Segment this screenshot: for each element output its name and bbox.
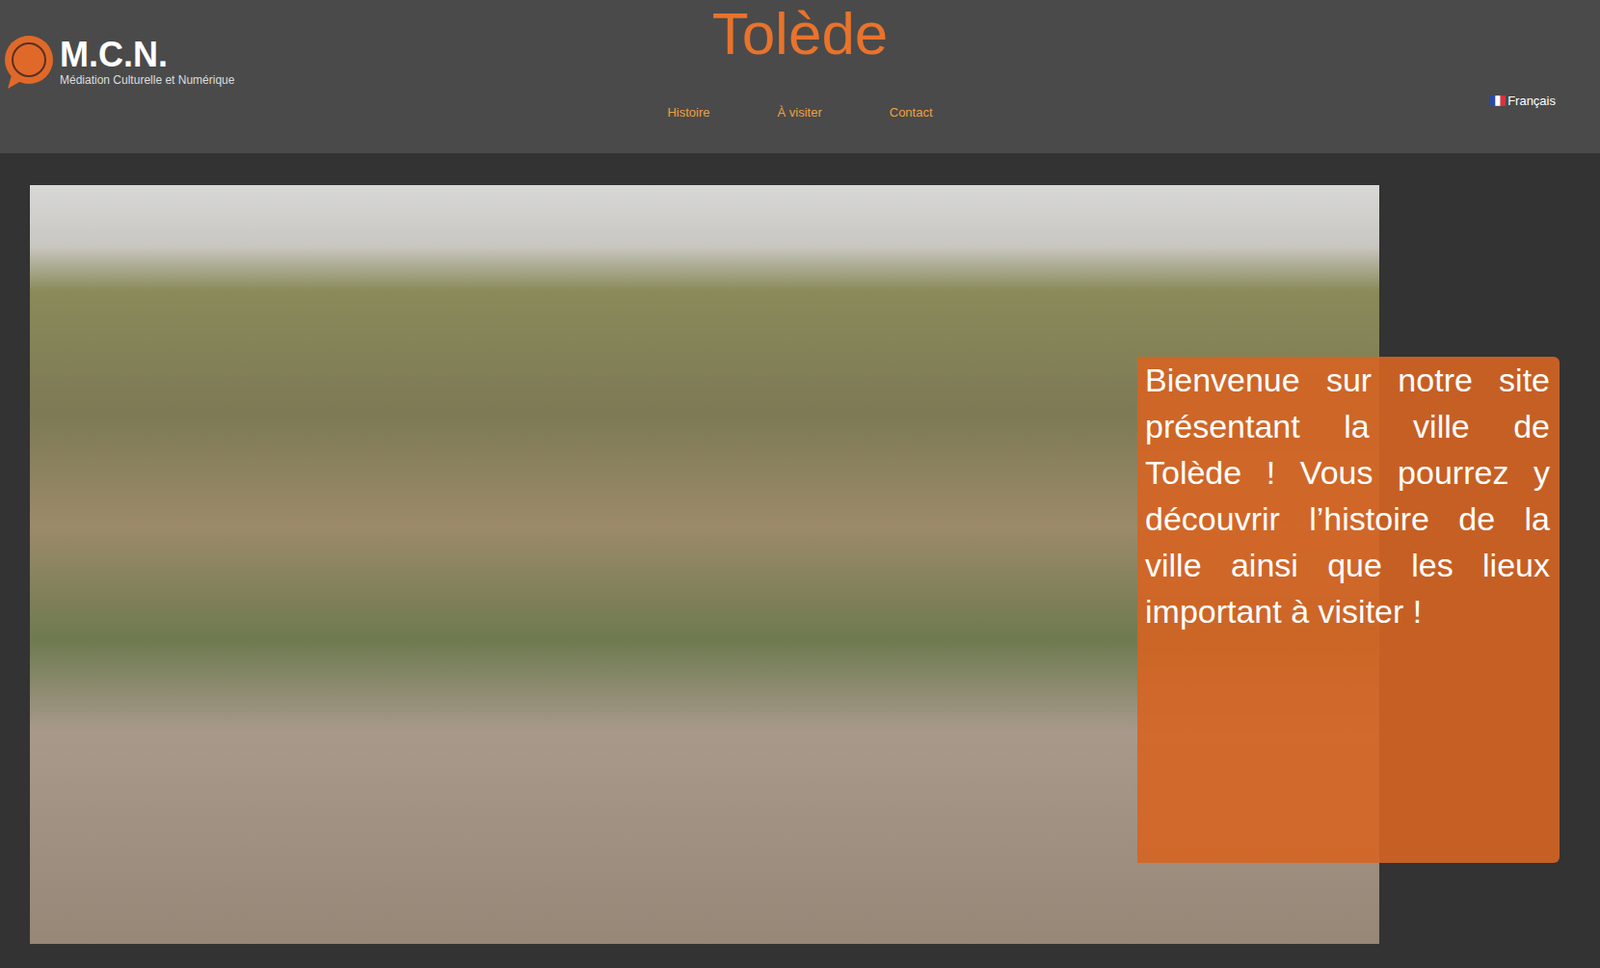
logo-text: M.C.N.Médiation Culturelle et Numérique xyxy=(59,36,235,87)
main: Bienvenue sur notre site présentant la v… xyxy=(0,153,1600,968)
logo-tagline: Médiation Culturelle et Numérique xyxy=(59,73,235,87)
page: M.C.N.Médiation Culturelle et Numérique T… xyxy=(0,0,1600,968)
header: M.C.N.Médiation Culturelle et Numérique T… xyxy=(0,0,1600,154)
nav-link[interactable]: Contact xyxy=(889,105,934,120)
french-flag-icon xyxy=(1490,95,1506,107)
language-column: Français xyxy=(933,0,1600,154)
speech-bubble-logo-icon xyxy=(1,32,56,91)
nav-link[interactable]: À visiter xyxy=(777,105,823,120)
welcome-text: Bienvenue sur notre site présentant la v… xyxy=(1145,356,1550,635)
logo[interactable]: M.C.N.Médiation Culturelle et Numérique xyxy=(0,0,667,91)
hero-photo: Bienvenue sur notre site présentant la v… xyxy=(29,185,1380,944)
main-nav: Histoire À visiter Contact xyxy=(666,105,933,120)
language-label: Français xyxy=(1507,93,1556,108)
language-selector[interactable]: Français xyxy=(1490,93,1556,108)
welcome-box: Bienvenue sur notre site présentant la v… xyxy=(1137,356,1560,863)
site-title: Tolède xyxy=(712,0,889,68)
nav-link[interactable]: Histoire xyxy=(666,105,710,120)
header-center: Tolède Histoire À visiter Contact xyxy=(666,0,933,154)
logo-name: M.C.N. xyxy=(59,36,235,74)
